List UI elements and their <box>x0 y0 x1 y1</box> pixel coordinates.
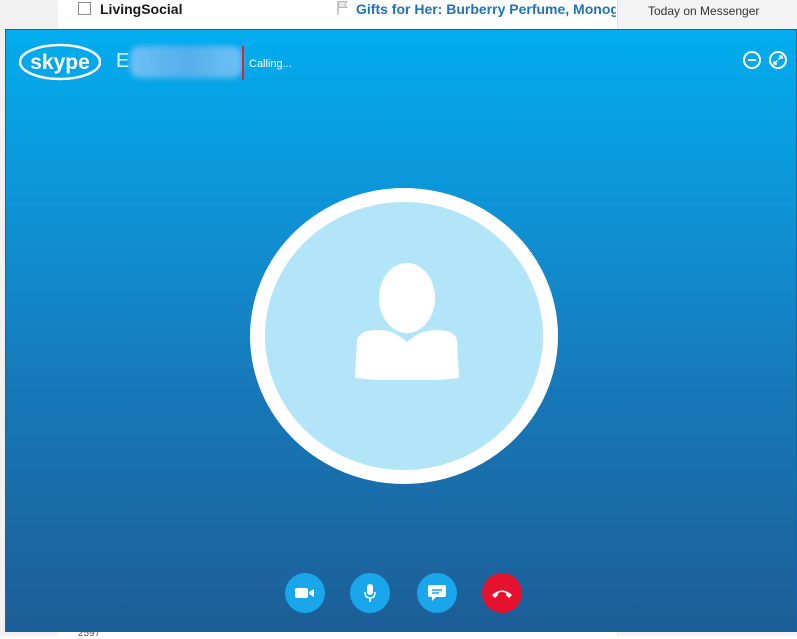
contact-name-initial: E <box>116 50 130 72</box>
email-subject[interactable]: Gifts for Her: Burberry Perfume, Monogra… <box>356 1 616 17</box>
video-camera-icon <box>295 588 314 598</box>
contact-name-redacted <box>130 46 242 78</box>
mic-button[interactable] <box>350 573 390 613</box>
chat-bubble-icon <box>428 585 446 601</box>
contact-avatar <box>250 188 558 484</box>
avatar-background <box>265 202 543 470</box>
messenger-panel-title: Today on Messenger <box>648 4 760 18</box>
status-divider <box>242 46 244 80</box>
minimize-icon[interactable] <box>743 51 761 69</box>
call-status: Calling... <box>249 58 292 70</box>
skype-call-window: skype E Calling... <box>5 29 797 632</box>
video-button[interactable] <box>285 573 325 613</box>
flag-icon[interactable] <box>336 0 350 16</box>
email-select-checkbox[interactable] <box>78 2 91 15</box>
skype-logo: skype <box>19 43 101 81</box>
person-icon <box>355 263 459 380</box>
svg-text:skype: skype <box>30 51 90 74</box>
hang-up-phone-icon <box>492 590 512 598</box>
email-sender: LivingSocial <box>100 1 183 17</box>
hangup-button[interactable] <box>482 573 522 613</box>
email-row[interactable]: LivingSocial Gifts for Her: Burberry Per… <box>58 0 617 22</box>
expand-icon[interactable] <box>769 51 787 69</box>
chat-button[interactable] <box>417 573 457 613</box>
microphone-icon <box>364 584 376 602</box>
